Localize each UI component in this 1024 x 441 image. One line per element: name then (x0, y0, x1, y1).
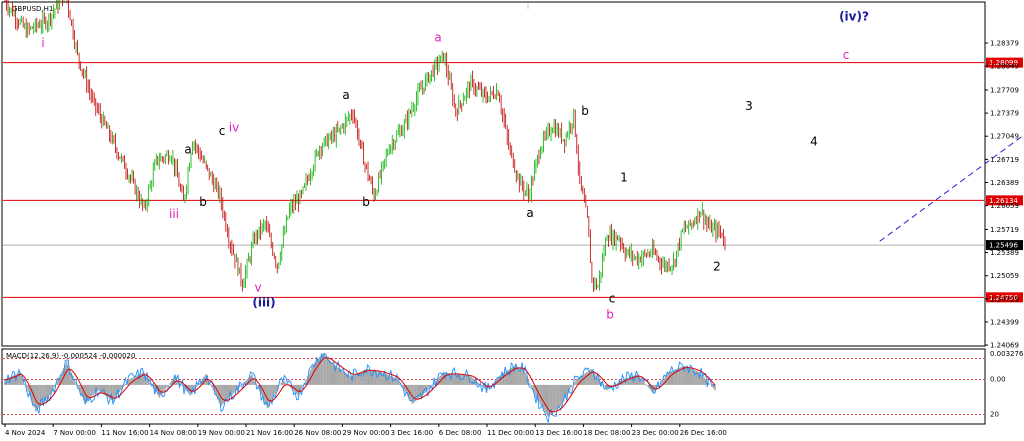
time-tick-label: 3 Dec 16:00 (391, 429, 434, 437)
wave-label: a (434, 31, 441, 45)
time-tick-label: 7 Nov 00:00 (53, 429, 96, 437)
price-tick-label: 1.27379 (990, 110, 1019, 118)
macd-axis-label: 20 (990, 411, 999, 419)
time-tick-label: 6 Dec 08:00 (439, 429, 482, 437)
time-tick-label: 19 Nov 00:00 (198, 429, 245, 437)
price-tick-label: 1.26059 (990, 202, 1019, 210)
time-tick-label: 23 Dec 00:00 (632, 429, 679, 437)
macd-axis-label: 0.00 (990, 376, 1006, 384)
wave-label: b (581, 104, 589, 118)
wave-label: c (219, 124, 226, 138)
gbpusd-h1-chart[interactable]: GBPUSD,H1 MACD(12,26,9) -0.000524 -0.000… (0, 0, 1024, 441)
price-tick-label: 1.27049 (990, 133, 1019, 141)
price-tick-label: 1.28049 (990, 63, 1019, 71)
price-tick-label: 1.27709 (990, 86, 1019, 94)
time-tick-label: 29 Nov 00:00 (342, 429, 389, 437)
price-tick-label: 1.26389 (990, 179, 1019, 187)
wave-label: a (184, 143, 191, 157)
wave-label: b (199, 195, 207, 209)
price-tick-label: 1.24399 (990, 318, 1019, 326)
time-tick-label: 18 Dec 08:00 (583, 429, 630, 437)
time-tick-label: 11 Nov 16:00 (101, 429, 148, 437)
wave-label: c (843, 48, 850, 62)
wave-label: 3 (745, 99, 753, 113)
wave-label: i (41, 36, 44, 50)
macd-axis-label: 0.003276 (990, 350, 1024, 358)
wave-label: v (254, 281, 261, 295)
wave-label: b (606, 307, 614, 321)
price-tick-label: 1.25719 (990, 226, 1019, 234)
wave-label: a (342, 88, 349, 102)
wave-label: iii (169, 207, 179, 221)
time-tick-label: 11 Dec 00:00 (487, 429, 534, 437)
wave-label: 4 (810, 134, 818, 148)
price-tick-label: 1.28379 (990, 40, 1019, 48)
time-tick-label: 14 Nov 08:00 (150, 429, 197, 437)
time-tick-label: 21 Nov 16:00 (246, 429, 293, 437)
time-tick-label: 26 Nov 08:00 (294, 429, 341, 437)
price-tick-label: 1.24069 (990, 342, 1019, 350)
wave-label: iv (229, 120, 239, 134)
wave-label: (iii) (252, 295, 275, 309)
wave-label: c (609, 291, 616, 305)
wave-label: 1 (620, 171, 628, 185)
symbol-label: GBPUSD,H1 (12, 5, 53, 13)
time-tick-label: 13 Dec 16:00 (535, 429, 582, 437)
time-tick-label: 4 Nov 2024 (5, 429, 46, 437)
wave-label: 2 (713, 260, 721, 274)
price-tick-label: 1.26719 (990, 156, 1019, 164)
wave-label: a (526, 206, 533, 220)
price-tick-label: 1.25389 (990, 249, 1019, 257)
price-tick-label: 1.25059 (990, 272, 1019, 280)
wave-label: (iv)? (839, 10, 869, 24)
price-tick-label: 1.24729 (990, 295, 1019, 303)
wave-label: b (362, 195, 370, 209)
time-tick-label: 26 Dec 16:00 (680, 429, 727, 437)
